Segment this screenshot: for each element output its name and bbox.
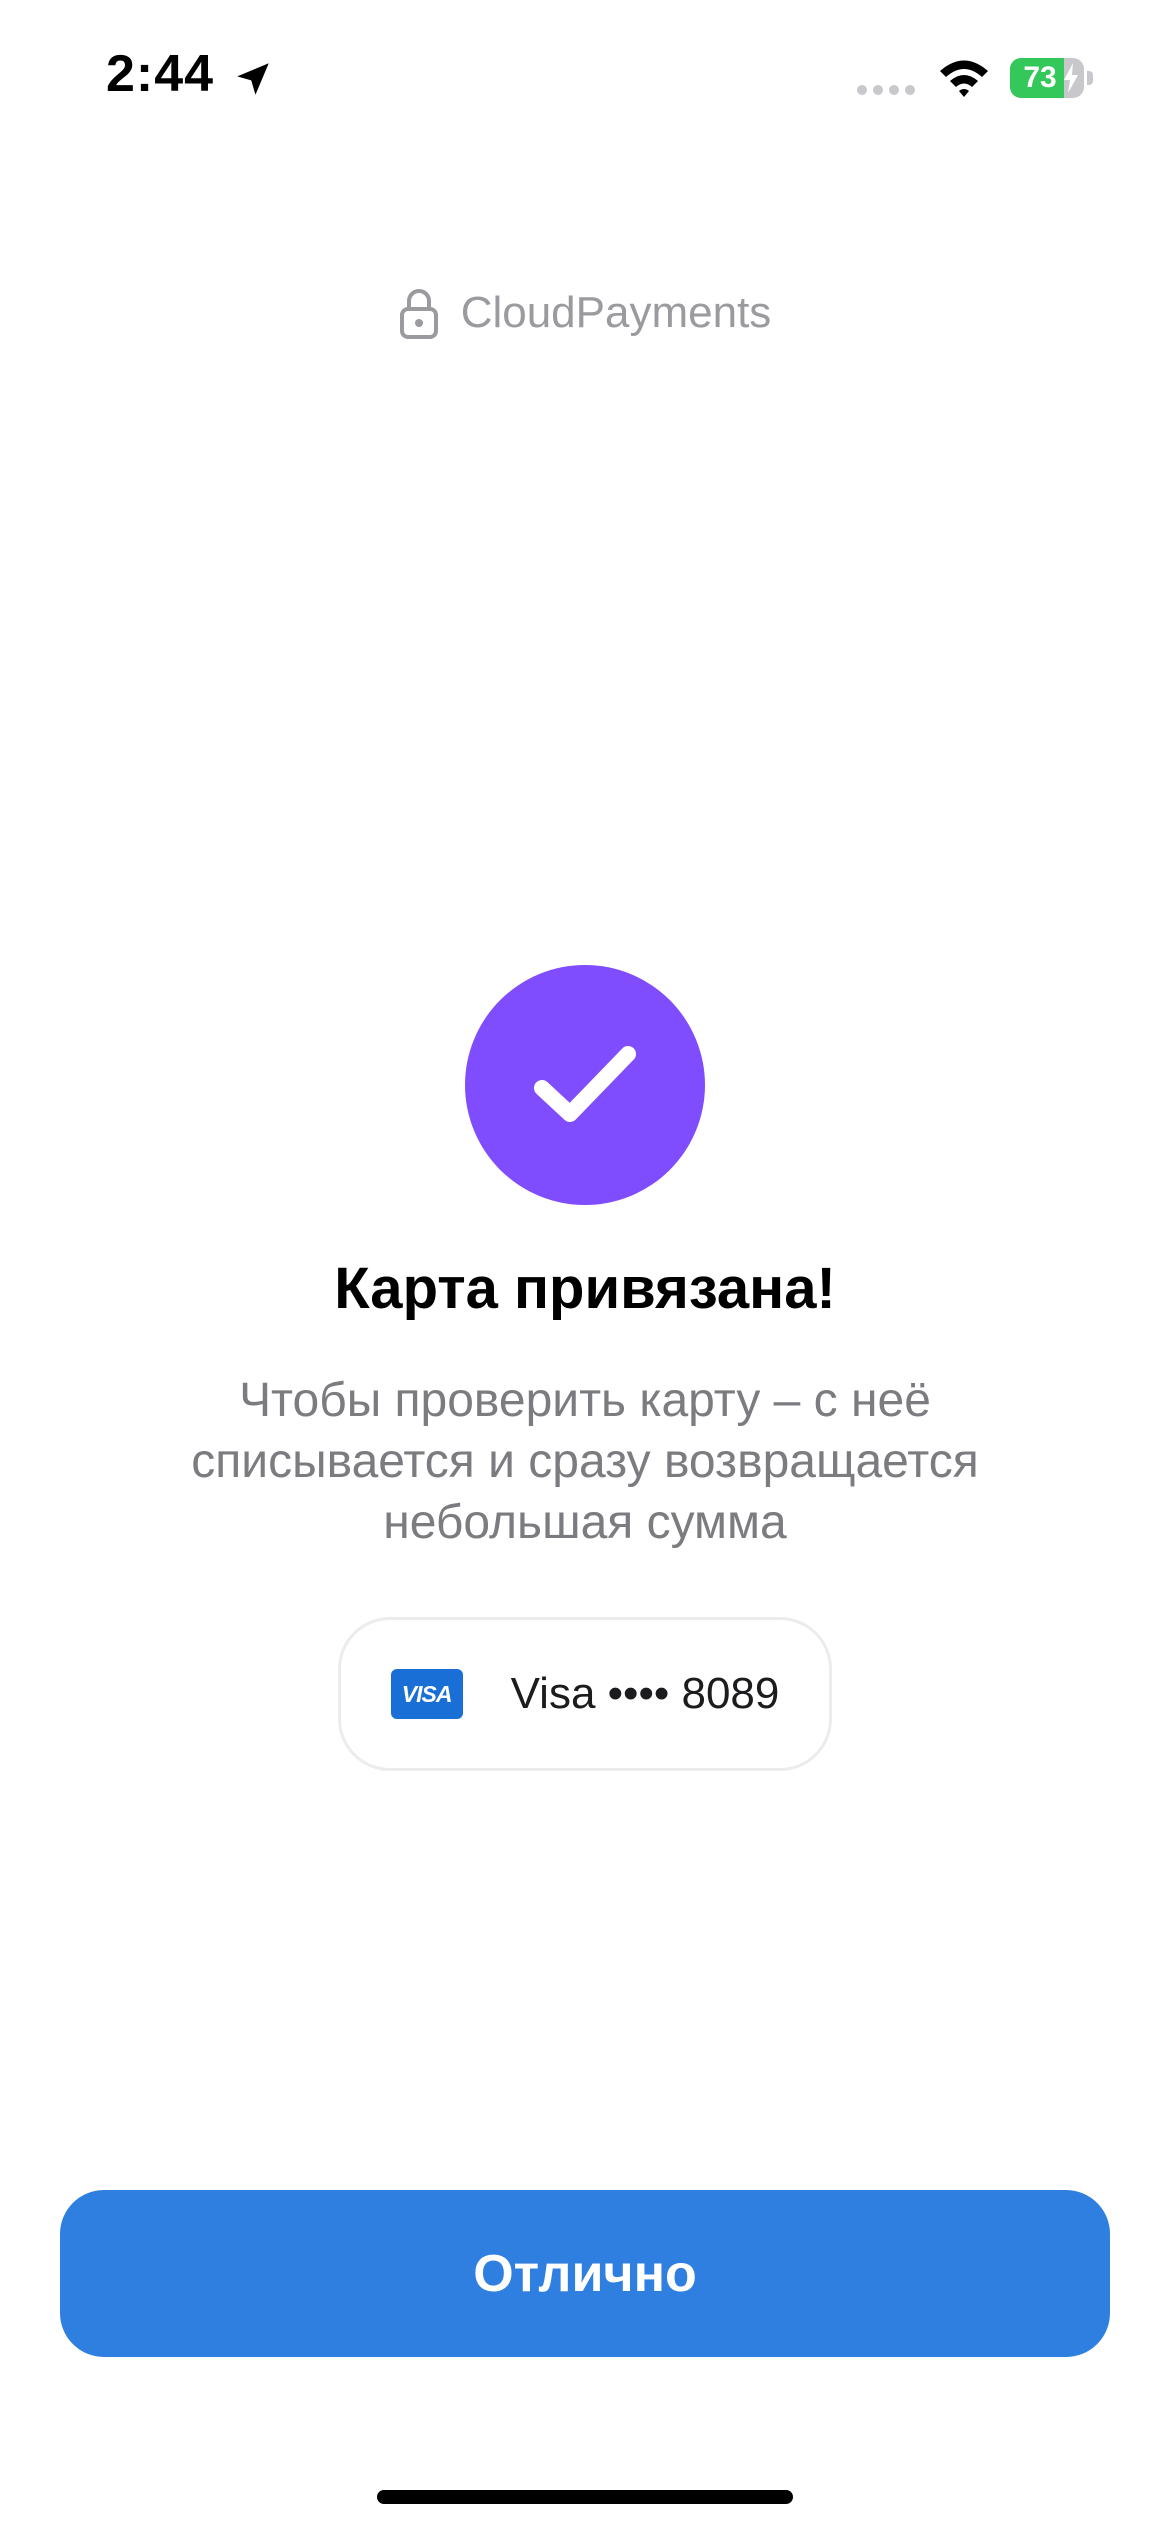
- battery-icon: 73: [1010, 58, 1094, 98]
- success-description: Чтобы проверить карту – с неё списываетс…: [191, 1374, 979, 1549]
- success-title: Карта привязана!: [334, 1256, 836, 1321]
- home-indicator[interactable]: [377, 2490, 793, 2504]
- battery-cap: [1087, 71, 1093, 85]
- cellular-signal-icon: [857, 85, 915, 95]
- check-icon: [534, 1046, 636, 1122]
- brand-name: CloudPayments: [460, 288, 772, 337]
- charging-bolt-icon: [1064, 63, 1078, 93]
- lock-icon: [399, 289, 438, 339]
- battery-body: 73: [1010, 58, 1084, 98]
- secure-header: CloudPayments: [0, 278, 1170, 348]
- linked-card-pill: VISA Visa •••• 8089: [338, 1617, 832, 1771]
- location-arrow-icon: [237, 63, 269, 95]
- status-bar: 2:44 73: [0, 0, 1170, 150]
- done-button[interactable]: Отлично: [60, 2190, 1110, 2357]
- card-label: Visa •••• 8089: [510, 1669, 780, 1718]
- success-badge: [465, 965, 705, 1205]
- visa-logo-icon: VISA: [390, 1669, 463, 1719]
- battery-level-text: 73: [1023, 61, 1057, 94]
- status-time: 2:44: [106, 45, 215, 103]
- wifi-icon: [940, 60, 988, 97]
